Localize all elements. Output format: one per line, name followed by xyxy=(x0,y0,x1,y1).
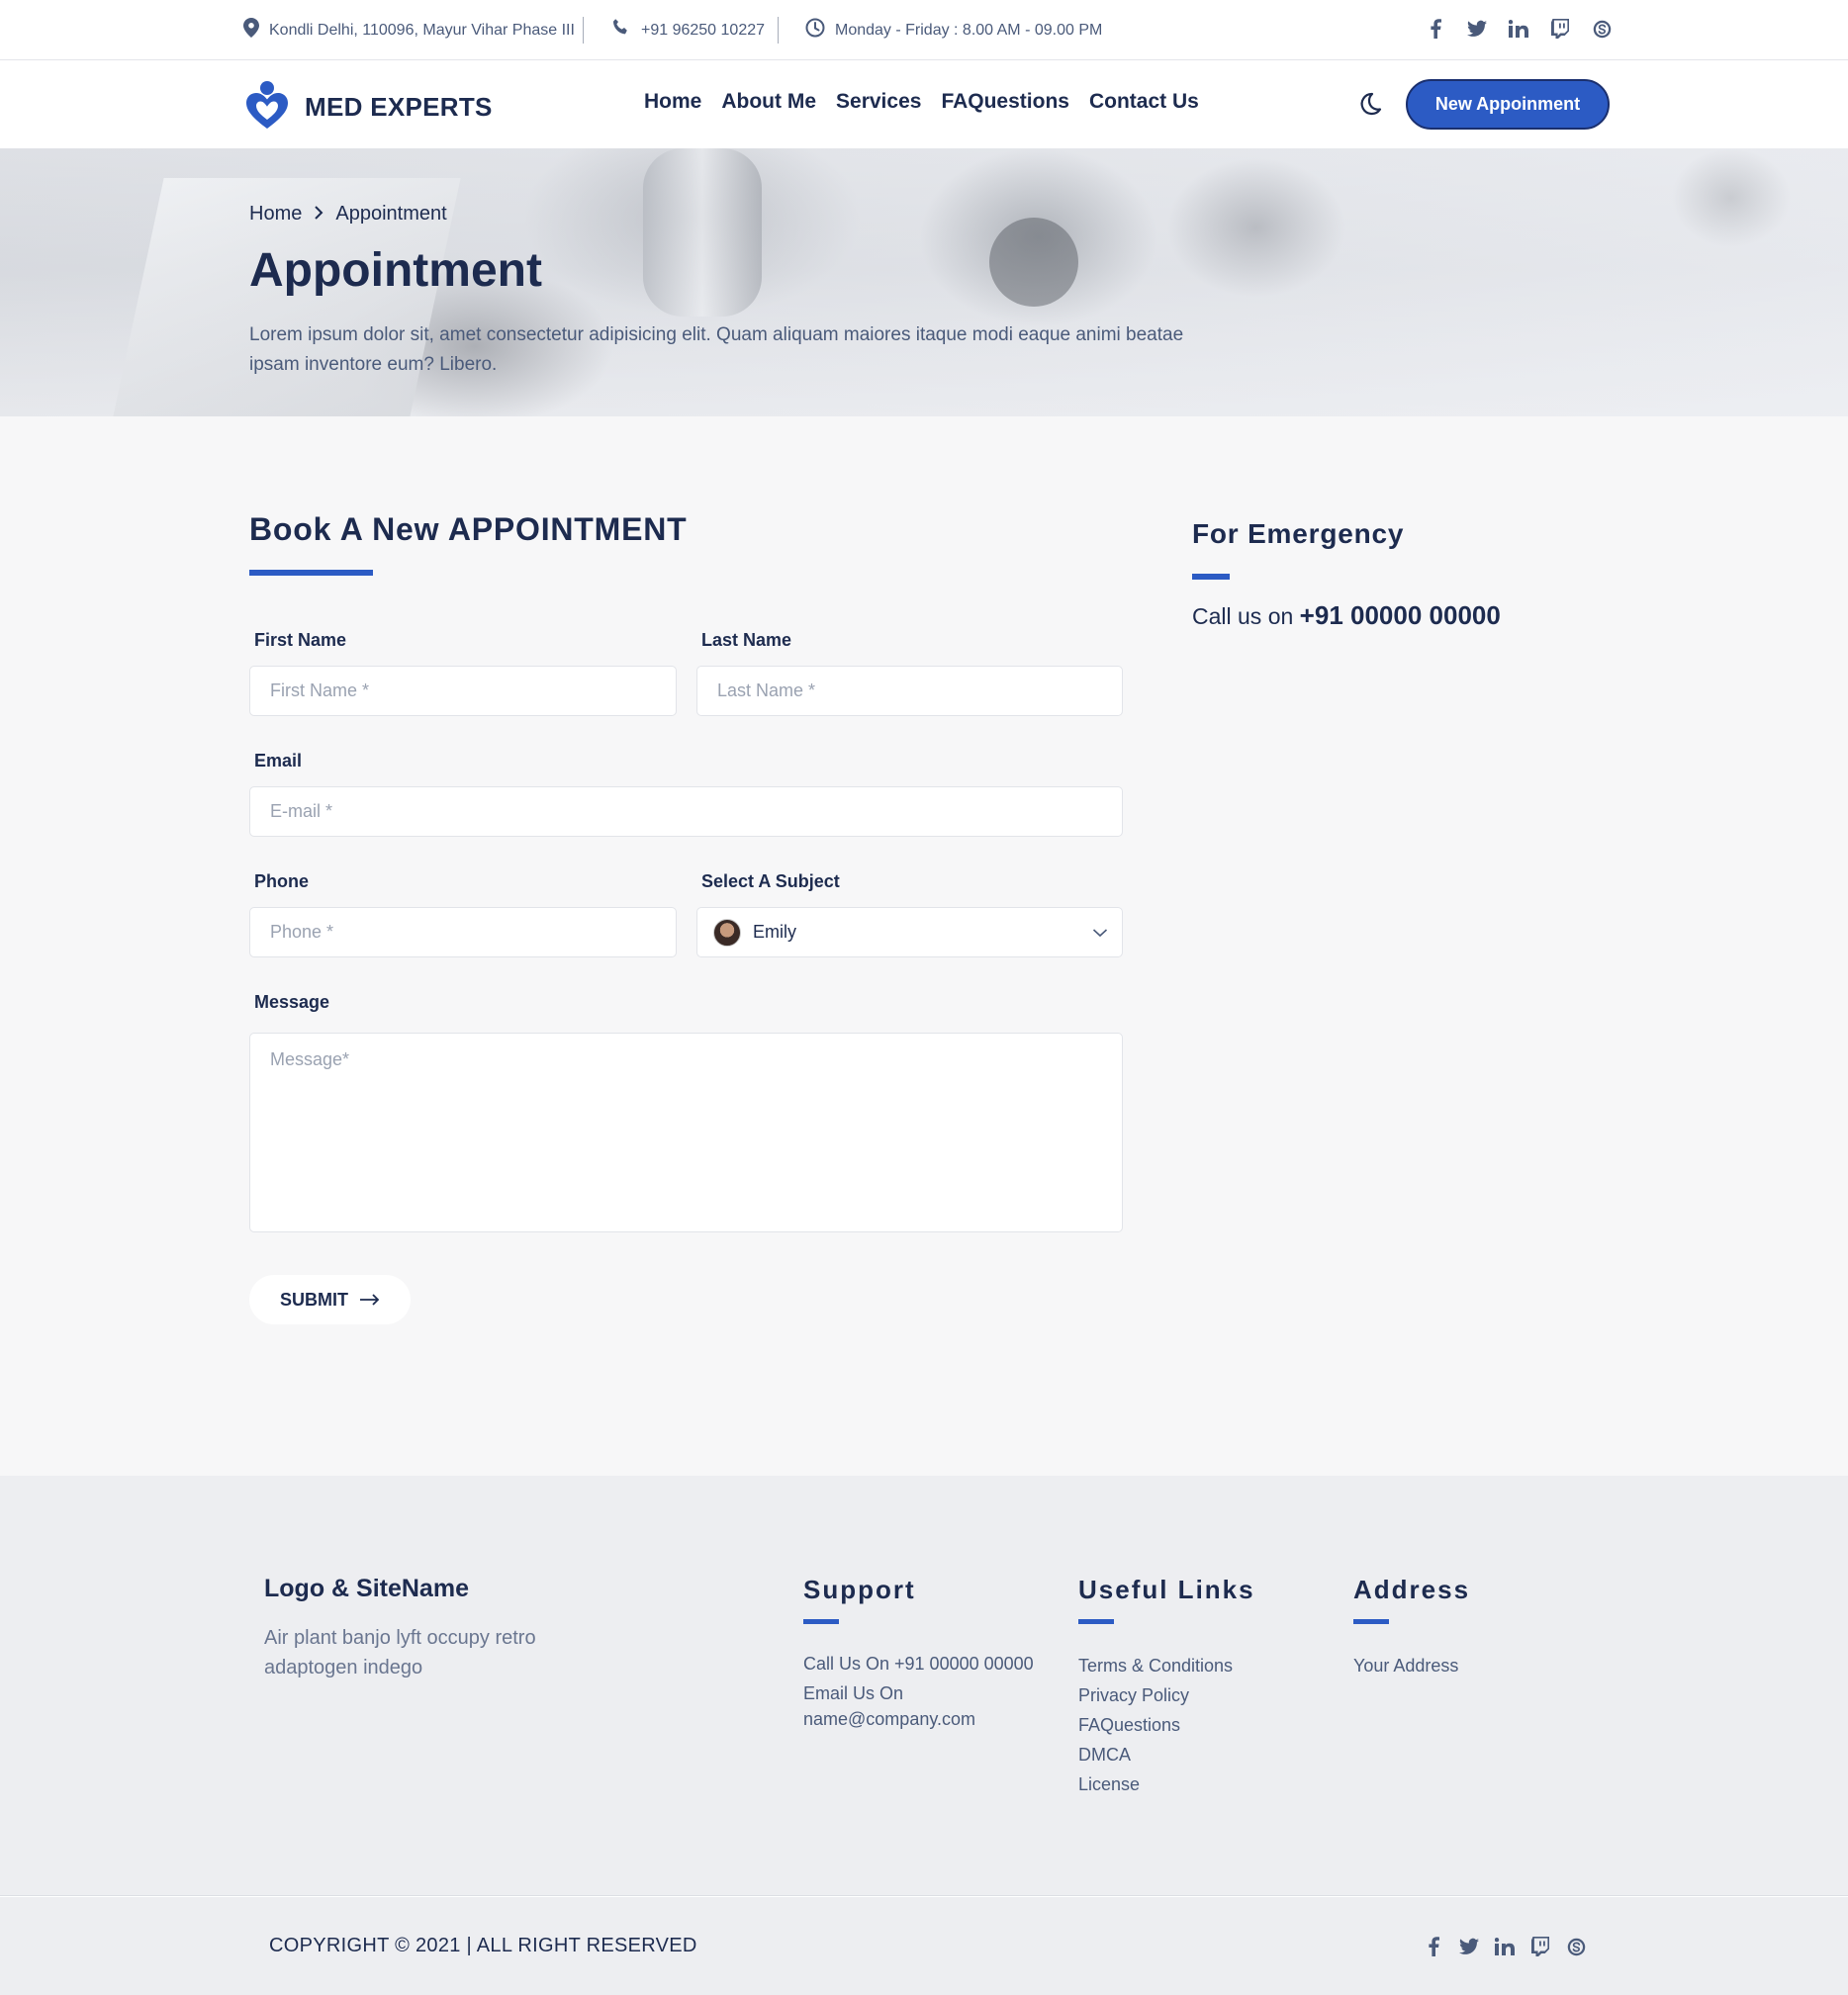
divider xyxy=(778,17,779,44)
twitch-icon[interactable] xyxy=(1550,19,1570,39)
page-hero: Home Appointment Appointment Lorem ipsum… xyxy=(0,148,1848,416)
footer-support-list: Call Us On +91 00000 00000 Email Us On n… xyxy=(803,1651,1034,1732)
location-pin-icon xyxy=(243,18,259,43)
footer: Logo & SiteName Air plant banjo lyft occ… xyxy=(0,1476,1848,1896)
footer-support-title: Support xyxy=(803,1575,916,1604)
footer-link-dmca[interactable]: DMCA xyxy=(1078,1740,1233,1769)
message-field[interactable]: Message* xyxy=(249,1033,1123,1232)
nav-about-me[interactable]: About Me xyxy=(721,90,816,114)
footer-underline xyxy=(1353,1619,1389,1624)
page-description: Lorem ipsum dolor sit, amet consectetur … xyxy=(249,324,1184,375)
twitch-icon[interactable] xyxy=(1530,1937,1550,1956)
footer-useful-links-list: Terms & Conditions Privacy Policy FAQues… xyxy=(1078,1651,1233,1799)
top-bar: Kondli Delhi, 110096, Mayur Vihar Phase … xyxy=(0,0,1848,60)
footer-underline xyxy=(1078,1619,1114,1624)
main-nav: Home About Me Services FAQuestions Conta… xyxy=(644,90,1199,114)
title-underline xyxy=(249,570,373,576)
footer-social-links xyxy=(1424,1937,1586,1956)
hours-info: Monday - Friday : 8.00 AM - 09.00 PM xyxy=(805,18,1102,43)
footer-link-terms[interactable]: Terms & Conditions xyxy=(1078,1651,1233,1680)
subject-value: Emily xyxy=(753,922,796,942)
email-label: Email xyxy=(254,751,303,771)
linkedin-icon[interactable] xyxy=(1495,1937,1515,1956)
breadcrumb: Home Appointment xyxy=(249,203,447,226)
appointment-section: Book A New APPOINTMENT First Name First … xyxy=(0,416,1848,1476)
divider xyxy=(583,17,584,44)
last-name-field[interactable]: Last Name * xyxy=(696,666,1123,716)
facebook-icon[interactable] xyxy=(1426,19,1445,39)
twitter-icon[interactable] xyxy=(1459,1937,1479,1956)
footer-link-license[interactable]: License xyxy=(1078,1769,1233,1799)
breadcrumb-current: Appointment xyxy=(335,203,447,225)
topbar-social-links xyxy=(1426,19,1612,39)
emergency-underline xyxy=(1192,574,1230,580)
footer-logo-title: Logo & SiteName xyxy=(264,1575,469,1602)
form-title: Book A New APPOINTMENT xyxy=(249,511,688,547)
emergency-title: For Emergency xyxy=(1192,518,1405,549)
avatar xyxy=(713,918,741,947)
support-email[interactable]: name@company.com xyxy=(803,1706,1034,1732)
chevron-down-icon xyxy=(1092,922,1108,943)
hours-text: Monday - Friday : 8.00 AM - 09.00 PM xyxy=(835,21,1103,39)
phone-text: +91 96250 10227 xyxy=(641,21,766,39)
phone-field[interactable]: Phone * xyxy=(249,907,677,957)
arrow-right-icon xyxy=(360,1290,380,1311)
chevron-right-icon xyxy=(314,203,323,226)
navbar: MED EXPERTS Home About Me Services FAQue… xyxy=(0,61,1848,148)
footer-address-title: Address xyxy=(1353,1575,1471,1604)
nav-home[interactable]: Home xyxy=(644,90,701,114)
dark-mode-toggle-icon[interactable] xyxy=(1357,91,1383,117)
subject-select[interactable]: Emily xyxy=(696,907,1123,957)
address-text: Kondli Delhi, 110096, Mayur Vihar Phase … xyxy=(269,21,575,39)
subject-selected: Emily xyxy=(713,918,796,947)
nav-faquestions[interactable]: FAQuestions xyxy=(941,90,1069,114)
footer-address-value: Your Address xyxy=(1353,1656,1459,1676)
submit-button[interactable]: SUBMIT xyxy=(249,1275,411,1324)
last-name-label: Last Name xyxy=(701,630,792,650)
heart-logo-icon xyxy=(243,79,291,136)
twitter-icon[interactable] xyxy=(1467,19,1487,39)
brand[interactable]: MED EXPERTS xyxy=(243,79,493,136)
emergency-prefix: Call us on xyxy=(1192,603,1294,629)
phone-icon xyxy=(611,18,631,43)
facebook-icon[interactable] xyxy=(1424,1937,1443,1956)
page-title: Appointment xyxy=(249,244,542,297)
skype-icon[interactable] xyxy=(1592,19,1612,39)
skype-icon[interactable] xyxy=(1566,1937,1586,1956)
footer-link-faquestions[interactable]: FAQuestions xyxy=(1078,1710,1233,1740)
footer-useful-links-title: Useful Links xyxy=(1078,1575,1255,1604)
address-info: Kondli Delhi, 110096, Mayur Vihar Phase … xyxy=(243,18,575,43)
emergency-number[interactable]: +91 00000 00000 xyxy=(1300,600,1501,630)
email-field[interactable]: E-mail * xyxy=(249,786,1123,837)
footer-link-privacy[interactable]: Privacy Policy xyxy=(1078,1680,1233,1710)
first-name-label: First Name xyxy=(254,630,347,650)
phone-info: +91 96250 10227 xyxy=(611,18,765,43)
support-call[interactable]: Call Us On +91 00000 00000 xyxy=(803,1651,1034,1677)
breadcrumb-home[interactable]: Home xyxy=(249,203,302,226)
footer-underline xyxy=(803,1619,839,1624)
support-email-label: Email Us On xyxy=(803,1683,904,1703)
new-appointment-button[interactable]: New Appoinment xyxy=(1406,79,1610,130)
submit-label: SUBMIT xyxy=(280,1289,348,1310)
footer-description: Air plant banjo lyft occupy retro adapto… xyxy=(264,1627,536,1678)
first-name-field[interactable]: First Name * xyxy=(249,666,677,716)
nav-contact-us[interactable]: Contact Us xyxy=(1089,90,1199,114)
emergency-call: Call us on +91 00000 00000 xyxy=(1192,600,1501,631)
message-label: Message xyxy=(254,992,330,1012)
subject-label: Select A Subject xyxy=(701,871,840,891)
brand-name: MED EXPERTS xyxy=(305,92,493,122)
copyright-text: COPYRIGHT © 2021 | ALL RIGHT RESERVED xyxy=(269,1935,697,1956)
bottom-bar: COPYRIGHT © 2021 | ALL RIGHT RESERVED xyxy=(0,1897,1848,1995)
phone-label: Phone xyxy=(254,871,310,891)
nav-services[interactable]: Services xyxy=(836,90,921,114)
linkedin-icon[interactable] xyxy=(1509,19,1528,39)
clock-icon xyxy=(805,18,825,43)
footer-address-list: Your Address xyxy=(1353,1651,1458,1680)
